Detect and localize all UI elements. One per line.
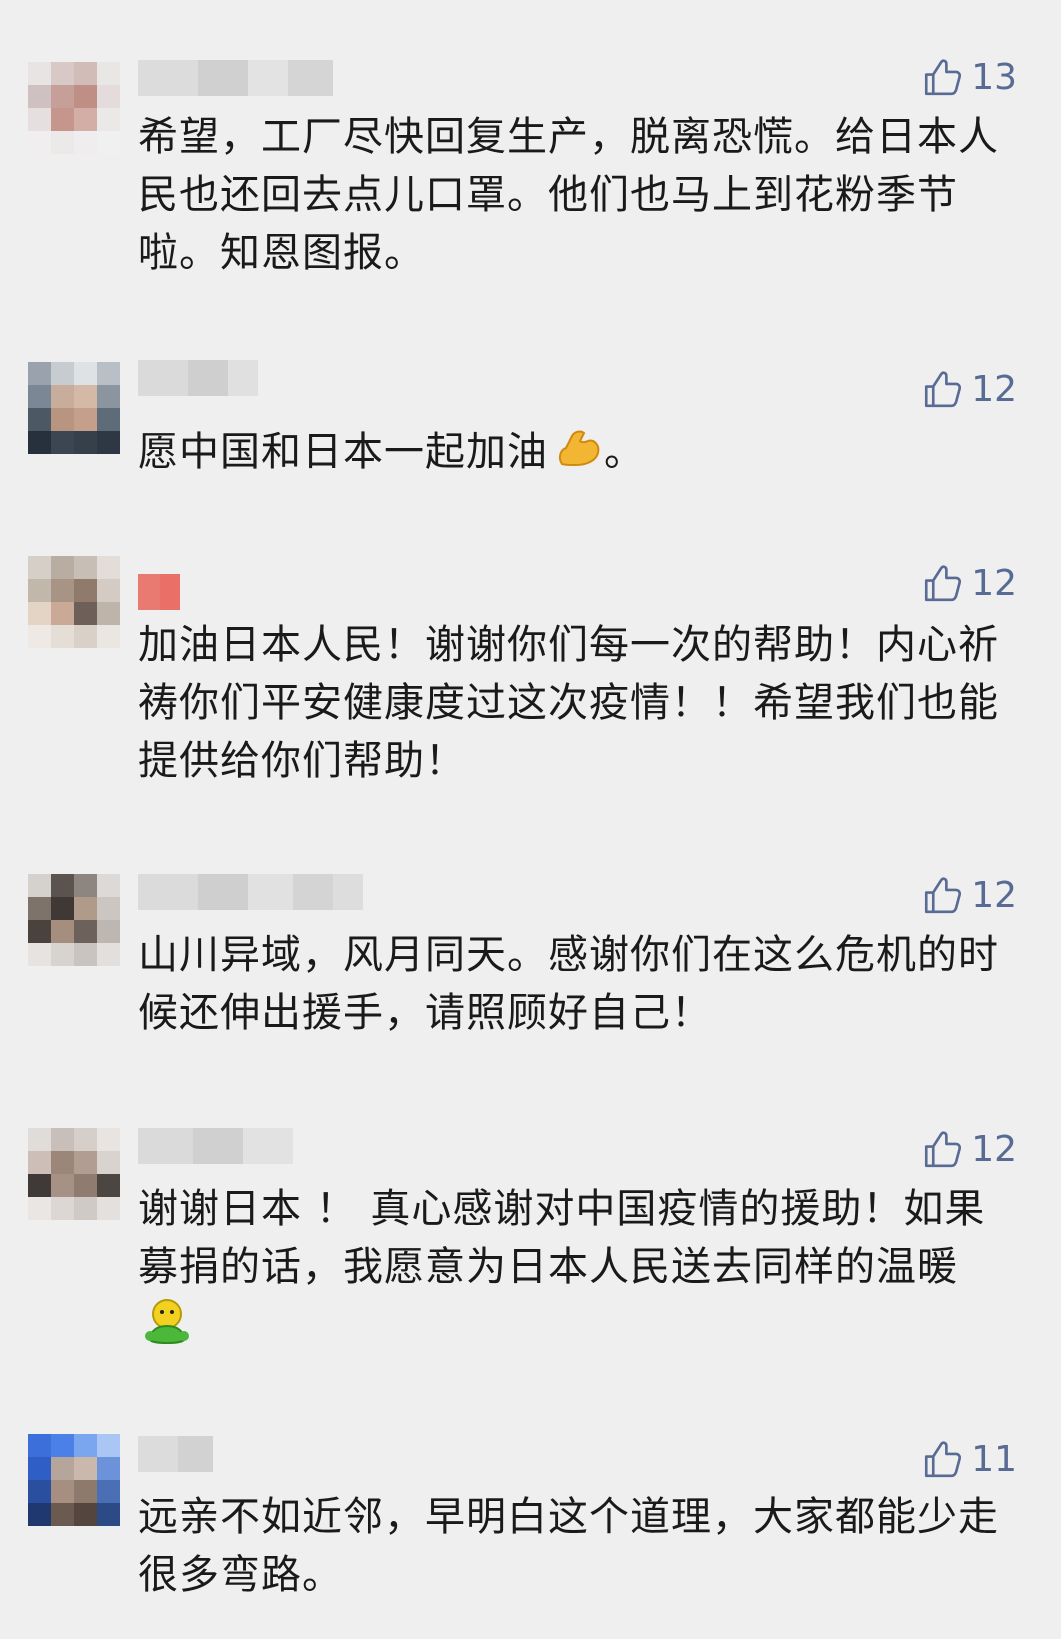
nickname-blurred[interactable]: [138, 572, 180, 612]
like-count: 12: [971, 369, 1017, 410]
thumbs-up-icon: [925, 1441, 962, 1478]
avatar[interactable]: [28, 556, 120, 648]
avatar[interactable]: [28, 62, 120, 154]
avatar[interactable]: [28, 874, 120, 966]
nickname-blurred[interactable]: [138, 1126, 293, 1166]
smiley-hug-emoji: [142, 1296, 192, 1364]
like-button[interactable]: 13: [921, 54, 1017, 102]
thumbs-up-icon: [925, 565, 962, 602]
avatar[interactable]: [28, 1128, 120, 1220]
thumbs-up-icon: [925, 877, 962, 914]
nickname-blurred[interactable]: [138, 1434, 213, 1474]
like-button[interactable]: 12: [921, 872, 1017, 920]
nickname-blurred[interactable]: [138, 58, 333, 98]
flexed-biceps-emoji: [552, 420, 604, 488]
comment-text-body: 谢谢日本 ！ 真心感谢对中国疫情的援助！如果募捐的话，我愿意为日本人民送去同样的…: [138, 1186, 986, 1290]
comment-text: 加油日本人民！谢谢你们每一次的帮助！内心祈祷你们平安健康度过这次疫情！！希望我们…: [138, 622, 999, 784]
nickname-blurred[interactable]: [138, 872, 363, 912]
comment-text-body: 愿中国和日本一起加油: [138, 429, 548, 475]
like-count: 12: [971, 1129, 1017, 1170]
like-count: 13: [971, 57, 1017, 98]
comment-text: 山川异域，风月同天。感谢你们在这么危机的时候还伸出援手，请照顾好自己！: [138, 932, 999, 1036]
avatar[interactable]: [28, 1434, 120, 1526]
comment-text-tail: 。: [604, 429, 645, 475]
nickname-blurred[interactable]: [138, 358, 258, 398]
like-count: 11: [971, 1439, 1017, 1480]
like-count: 12: [971, 875, 1017, 916]
comment-text: 希望，工厂尽快回复生产，脱离恐慌。给日本人民也还回去点儿口罩。他们也马上到花粉季…: [138, 114, 999, 276]
comment-text: 谢谢日本 ！ 真心感谢对中国疫情的援助！如果募捐的话，我愿意为日本人民送去同样的…: [138, 1180, 1008, 1364]
thumbs-up-icon: [925, 1131, 962, 1168]
like-button[interactable]: 11: [921, 1436, 1017, 1484]
thumbs-up-icon: [925, 371, 962, 408]
avatar[interactable]: [28, 362, 120, 454]
like-button[interactable]: 12: [921, 560, 1017, 608]
comment-text: 远亲不如近邻，早明白这个道理，大家都能少走很多弯路。: [138, 1494, 999, 1598]
like-button[interactable]: 12: [921, 366, 1017, 414]
thumbs-up-icon: [925, 59, 962, 96]
like-button[interactable]: 12: [921, 1126, 1017, 1174]
like-count: 12: [971, 563, 1017, 604]
comment-text: 愿中国和日本一起加油 。: [138, 420, 1008, 488]
